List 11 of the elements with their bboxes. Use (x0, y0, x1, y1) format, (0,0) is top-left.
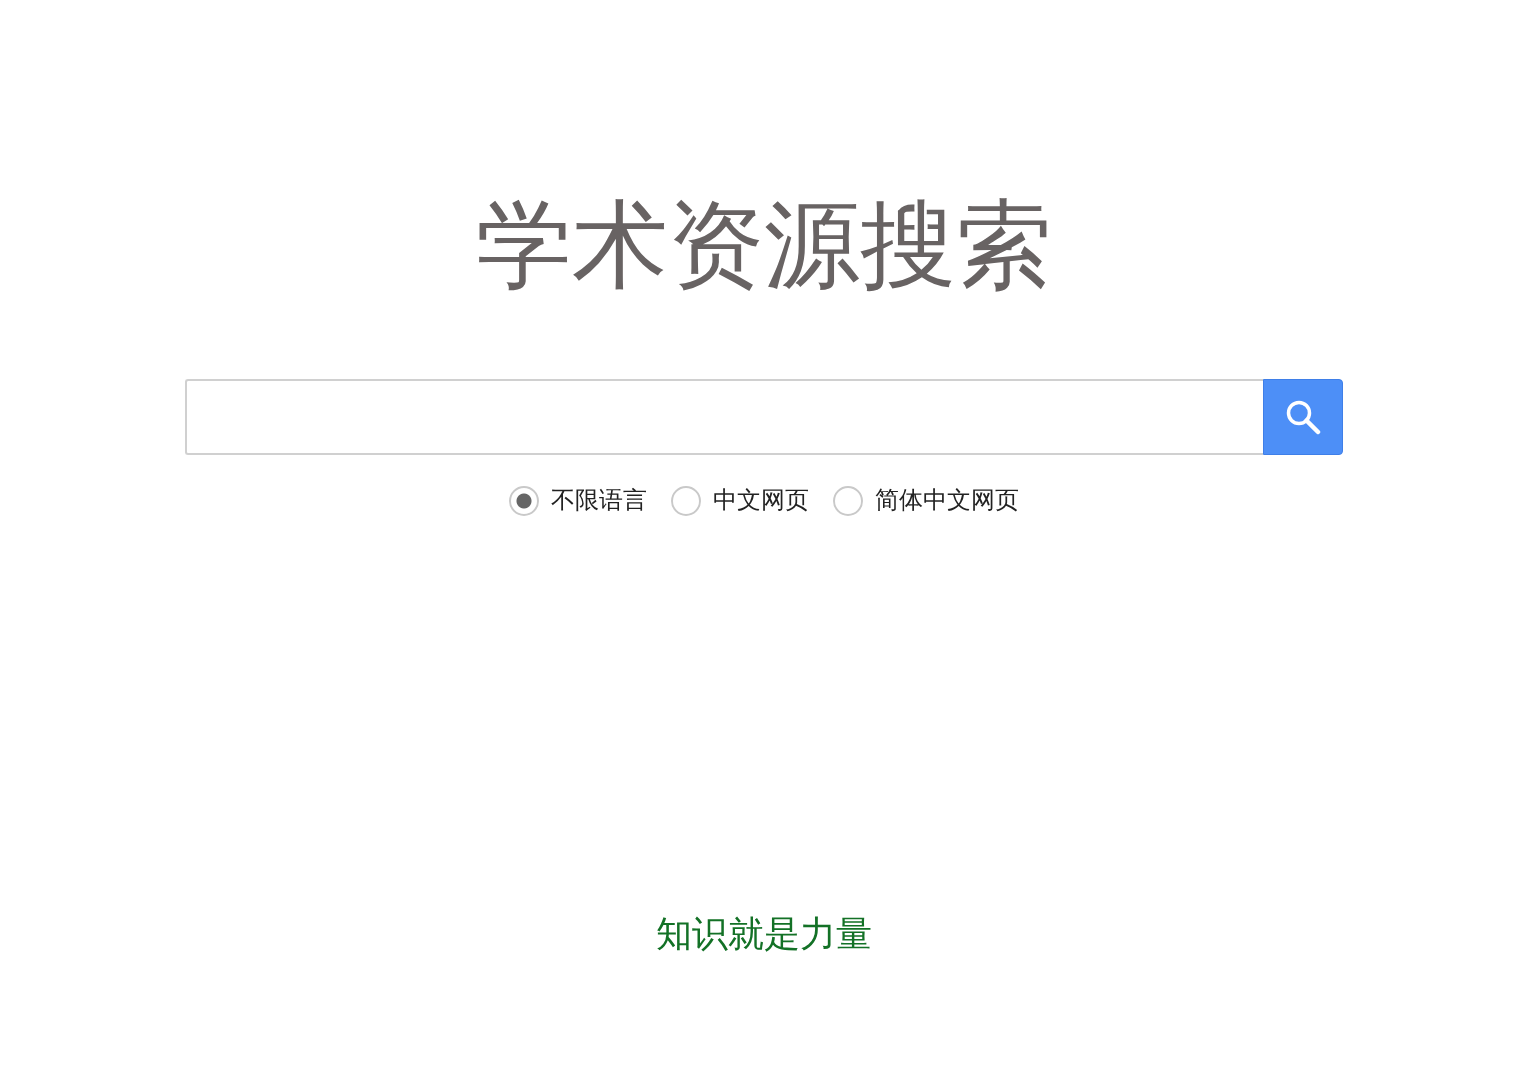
radio-button[interactable] (509, 485, 539, 516)
search-icon (1285, 399, 1321, 436)
slogan-text: 知识就是力量 (655, 912, 873, 956)
radio-button[interactable] (833, 485, 863, 516)
radio-label[interactable]: 不限语言 (551, 485, 647, 517)
page-title: 学术资源搜索 (475, 188, 1053, 303)
radio-label[interactable]: 中文网页 (713, 485, 809, 517)
search-button[interactable] (1263, 379, 1343, 456)
radio-label[interactable]: 简体中文网页 (875, 485, 1019, 517)
search-field[interactable] (185, 379, 1263, 456)
radio-button[interactable] (671, 485, 701, 516)
